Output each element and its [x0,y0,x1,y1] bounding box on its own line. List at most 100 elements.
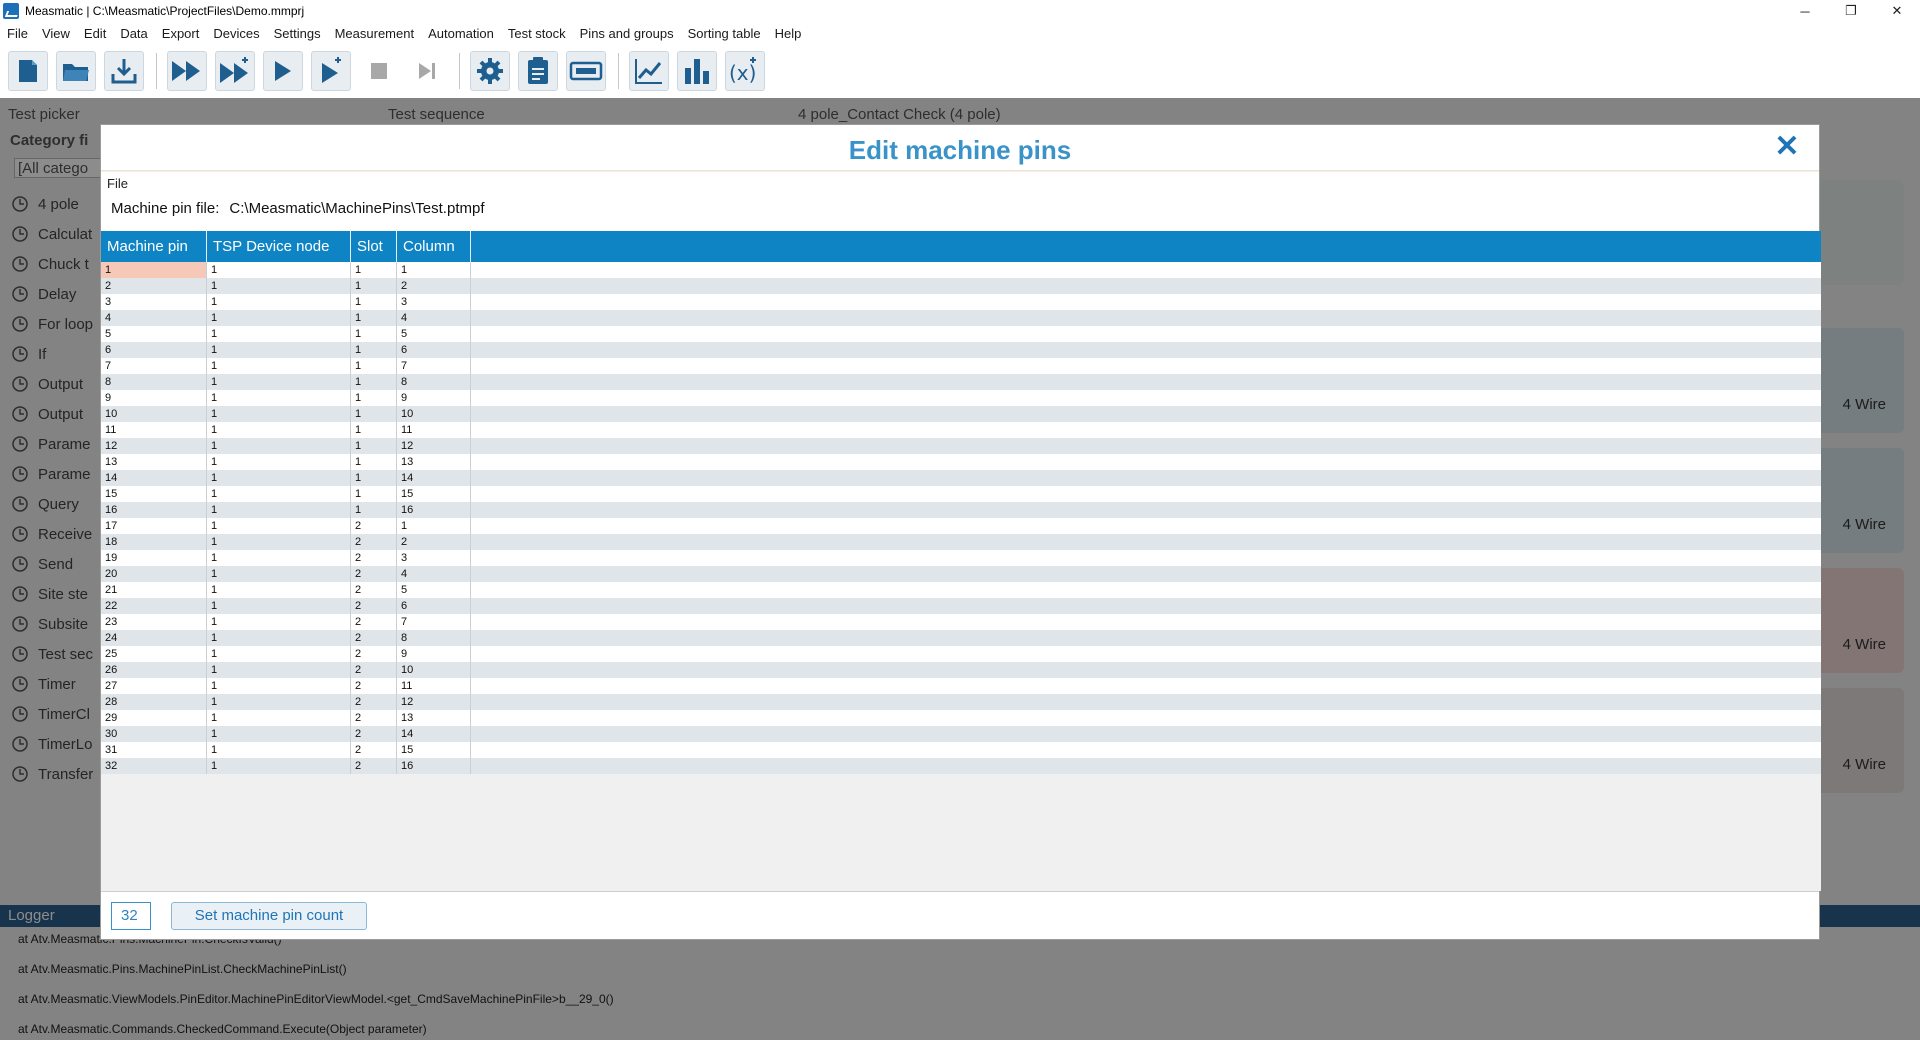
slot-cell[interactable]: 2 [351,646,397,662]
tsp-device-node-cell[interactable]: 1 [207,342,351,358]
column-cell[interactable]: 12 [397,694,471,710]
tsp-device-node-cell[interactable]: 1 [207,710,351,726]
slot-cell[interactable]: 1 [351,454,397,470]
table-row[interactable]: 19 1 2 3 [101,550,1821,566]
machine-pin-cell[interactable]: 17 [101,518,207,534]
slot-cell[interactable]: 1 [351,342,397,358]
close-window-button[interactable]: ✕ [1874,0,1920,22]
column-cell[interactable]: 1 [397,518,471,534]
tsp-device-node-cell[interactable]: 1 [207,646,351,662]
play-plus-button[interactable] [311,51,351,91]
machine-pin-cell[interactable]: 32 [101,758,207,774]
tsp-device-node-cell[interactable]: 1 [207,438,351,454]
device-button[interactable] [566,51,606,91]
tsp-device-node-cell[interactable]: 1 [207,422,351,438]
column-header-tsp-device-node[interactable]: TSP Device node [207,231,351,262]
column-cell[interactable]: 6 [397,342,471,358]
column-cell[interactable]: 2 [397,534,471,550]
slot-cell[interactable]: 2 [351,726,397,742]
tsp-device-node-cell[interactable]: 1 [207,454,351,470]
menu-help[interactable]: Help [768,26,809,41]
slot-cell[interactable]: 2 [351,662,397,678]
slot-cell[interactable]: 2 [351,710,397,726]
slot-cell[interactable]: 2 [351,518,397,534]
line-chart-button[interactable] [629,51,669,91]
column-cell[interactable]: 11 [397,422,471,438]
set-machine-pin-count-button[interactable]: Set machine pin count [171,902,367,930]
machine-pin-cell[interactable]: 30 [101,726,207,742]
slot-cell[interactable]: 1 [351,358,397,374]
bar-chart-button[interactable] [677,51,717,91]
machine-pin-cell[interactable]: 29 [101,710,207,726]
slot-cell[interactable]: 1 [351,310,397,326]
table-row[interactable]: 28 1 2 12 [101,694,1821,710]
menu-pins-and-groups[interactable]: Pins and groups [573,26,681,41]
machine-pin-cell[interactable]: 19 [101,550,207,566]
slot-cell[interactable]: 1 [351,502,397,518]
column-cell[interactable]: 13 [397,454,471,470]
column-header-column[interactable]: Column [397,231,471,262]
column-cell[interactable]: 14 [397,726,471,742]
slot-cell[interactable]: 1 [351,438,397,454]
machine-pin-cell[interactable]: 26 [101,662,207,678]
column-header-slot[interactable]: Slot [351,231,397,262]
slot-cell[interactable]: 2 [351,534,397,550]
machine-pin-cell[interactable]: 23 [101,614,207,630]
tsp-device-node-cell[interactable]: 1 [207,278,351,294]
table-row[interactable]: 4114 [101,310,1821,326]
machine-pin-cell[interactable]: 27 [101,678,207,694]
machine-pin-cell[interactable]: 6 [101,342,207,358]
table-row[interactable]: 21 1 2 5 [101,582,1821,598]
column-cell[interactable]: 12 [397,438,471,454]
slot-cell[interactable]: 1 [351,278,397,294]
table-row[interactable]: 15 1 1 15 [101,486,1821,502]
column-cell[interactable]: 7 [397,614,471,630]
column-cell[interactable]: 9 [397,646,471,662]
menu-view[interactable]: View [35,26,77,41]
tsp-device-node-cell[interactable]: 1 [207,598,351,614]
machine-pin-cell[interactable]: 24 [101,630,207,646]
table-row[interactable]: 1111 [101,262,1821,278]
machine-pin-cell[interactable]: 8 [101,374,207,390]
column-cell[interactable]: 6 [397,598,471,614]
column-cell[interactable]: 10 [397,662,471,678]
tsp-device-node-cell[interactable]: 1 [207,534,351,550]
column-cell[interactable]: 5 [397,326,471,342]
tsp-device-node-cell[interactable]: 1 [207,390,351,406]
machine-pin-cell[interactable]: 9 [101,390,207,406]
table-row[interactable]: 32 1 2 16 [101,758,1821,774]
machine-pin-cell[interactable]: 21 [101,582,207,598]
table-row[interactable]: 31 1 2 15 [101,742,1821,758]
menu-test-stock[interactable]: Test stock [501,26,573,41]
tsp-device-node-cell[interactable]: 1 [207,742,351,758]
tsp-device-node-cell[interactable]: 1 [207,502,351,518]
tsp-device-node-cell[interactable]: 1 [207,310,351,326]
slot-cell[interactable]: 2 [351,758,397,774]
menu-sorting-table[interactable]: Sorting table [681,26,768,41]
table-row[interactable]: 29 1 2 13 [101,710,1821,726]
table-row[interactable]: 9119 [101,390,1821,406]
table-row[interactable]: 30 1 2 14 [101,726,1821,742]
slot-cell[interactable]: 2 [351,582,397,598]
tsp-device-node-cell[interactable]: 1 [207,582,351,598]
run-all-button[interactable] [167,51,207,91]
slot-cell[interactable]: 2 [351,694,397,710]
close-icon[interactable]: ✕ [1773,132,1801,162]
menu-export[interactable]: Export [155,26,207,41]
column-cell[interactable]: 3 [397,550,471,566]
table-row[interactable]: 23 1 2 7 [101,614,1821,630]
table-row[interactable]: 14 1 1 14 [101,470,1821,486]
dialog-file-menu[interactable]: File [107,176,128,191]
machine-pin-cell[interactable]: 28 [101,694,207,710]
tsp-device-node-cell[interactable]: 1 [207,662,351,678]
table-row[interactable]: 6116 [101,342,1821,358]
slot-cell[interactable]: 1 [351,374,397,390]
machine-pin-count-input[interactable]: 32 [111,902,151,930]
tsp-device-node-cell[interactable]: 1 [207,614,351,630]
menu-file[interactable]: File [0,26,35,41]
machine-pin-cell[interactable]: 31 [101,742,207,758]
machine-pin-cell[interactable]: 22 [101,598,207,614]
machine-pin-cell[interactable]: 15 [101,486,207,502]
table-row[interactable]: 17 1 2 1 [101,518,1821,534]
play-button[interactable] [263,51,303,91]
